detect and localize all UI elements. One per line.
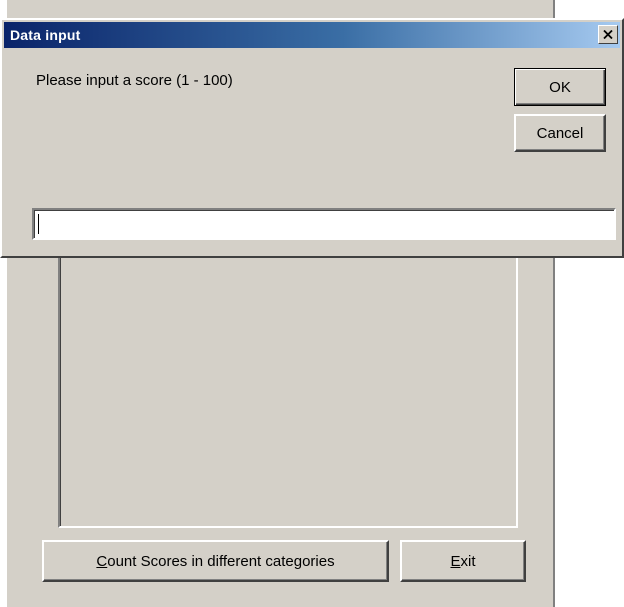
close-icon xyxy=(603,30,613,39)
count-button-label: ount Scores in different categories xyxy=(107,552,335,570)
ok-button[interactable]: OK xyxy=(514,68,606,106)
data-input-dialog: Data input Please input a score (1 - 100… xyxy=(0,18,624,258)
cancel-button[interactable]: Cancel xyxy=(514,114,606,152)
exit-button-mnemonic: E xyxy=(450,552,461,570)
dialog-title: Data input xyxy=(10,27,81,43)
count-button-mnemonic: C xyxy=(96,552,108,570)
dialog-titlebar[interactable]: Data input xyxy=(4,22,620,48)
prompt-label: Please input a score (1 - 100) xyxy=(36,72,233,89)
exit-button-label: xit xyxy=(460,552,476,570)
count-scores-button[interactable]: Count Scores in different categories xyxy=(42,540,389,582)
close-button[interactable] xyxy=(598,25,618,44)
text-caret xyxy=(38,214,39,234)
exit-button[interactable]: Exit xyxy=(400,540,526,582)
score-input[interactable] xyxy=(32,208,616,240)
